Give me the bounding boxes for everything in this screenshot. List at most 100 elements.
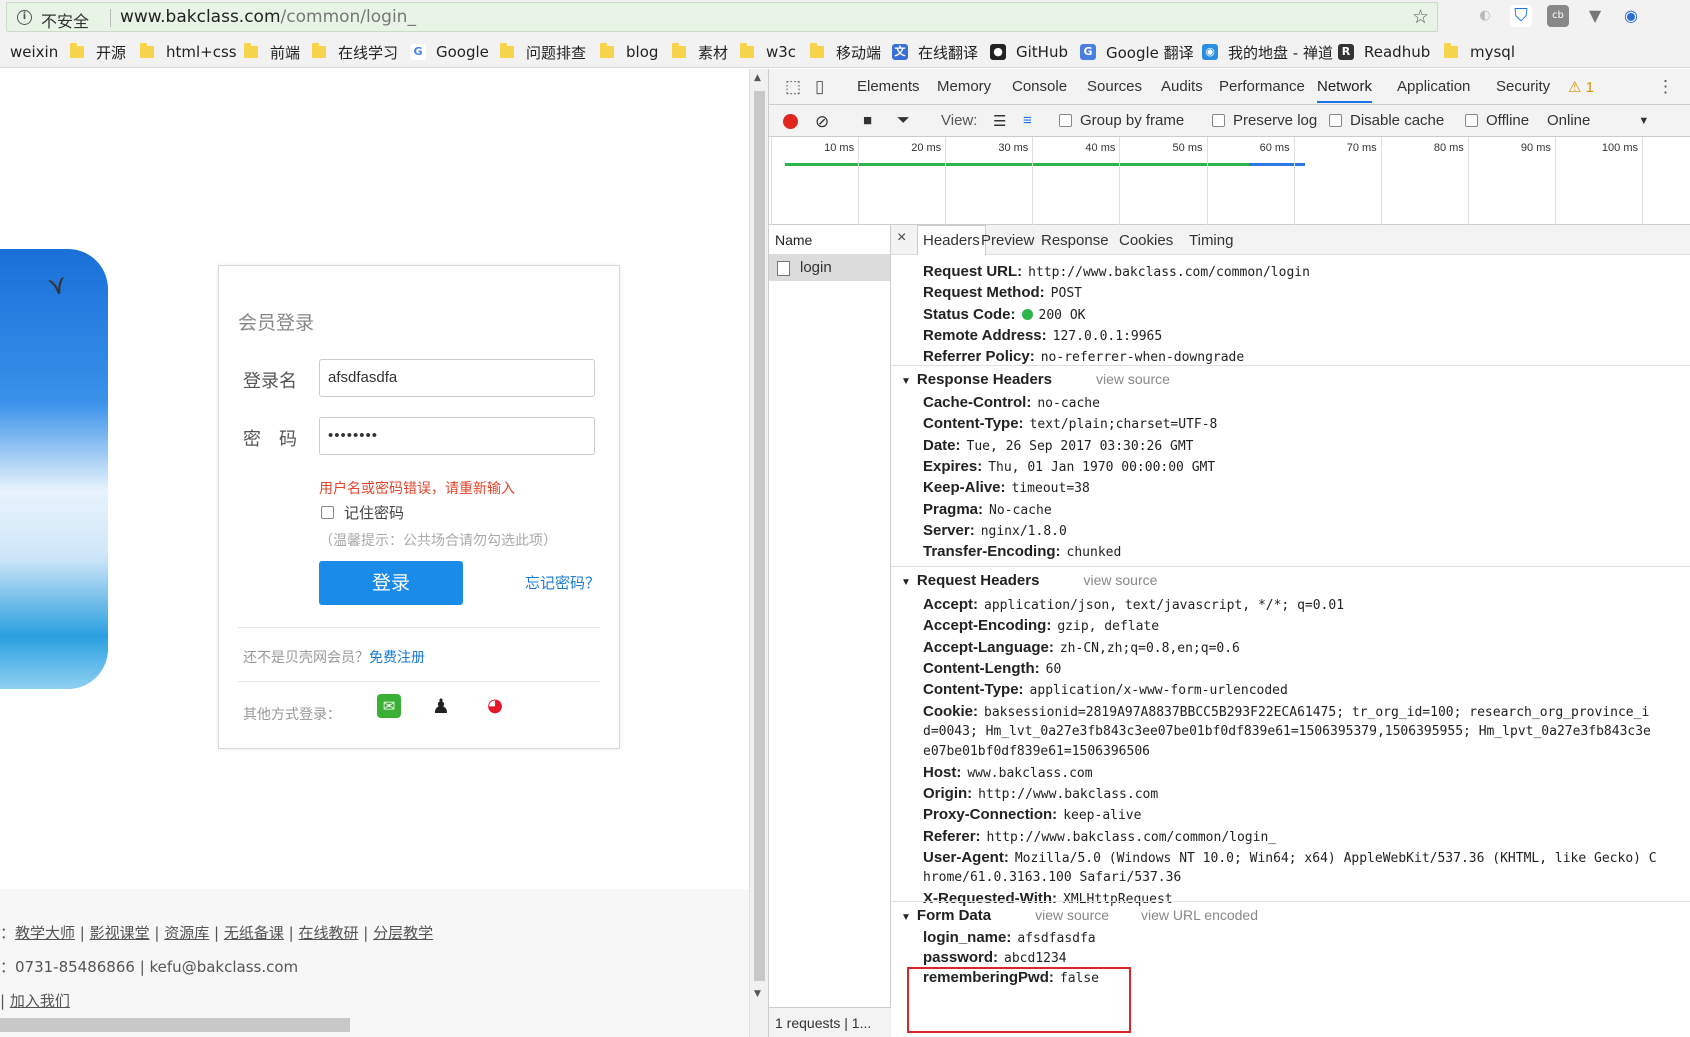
offline-checkbox[interactable] xyxy=(1465,114,1478,127)
large-rows-icon[interactable]: ☰ xyxy=(993,112,1006,130)
login-button[interactable]: 登录 xyxy=(319,561,463,605)
bookmark-5[interactable]: 在线学习 xyxy=(312,42,398,62)
remember-password[interactable]: 记住密码 xyxy=(321,502,404,523)
footer-link[interactable]: 资源库 xyxy=(164,924,209,942)
network-timeline[interactable]: 10 ms 20 ms 30 ms 40 ms 50 ms 60 ms 70 ms 80 ms… xyxy=(769,137,1690,225)
tab-elements[interactable]: Elements xyxy=(857,78,920,95)
preserve-log-checkbox[interactable] xyxy=(1212,114,1225,127)
view-source-link[interactable]: view source xyxy=(1035,907,1109,923)
bookmark-6[interactable]: G Google xyxy=(410,42,489,62)
tab-security[interactable]: Security xyxy=(1496,78,1550,95)
cookie-continued: e07be01bf0df839e61=1506396506 xyxy=(923,743,1150,759)
bookmark-7[interactable]: 问题排查 xyxy=(500,42,586,62)
bookmark-3[interactable]: html+css xyxy=(140,42,237,62)
scroll-down-icon[interactable]: ▼ xyxy=(754,989,761,999)
warning-icon[interactable]: ⚠ 1 xyxy=(1568,78,1594,96)
timeline-dcl-line xyxy=(785,163,1305,166)
header-value: application/json, text/javascript, */*; … xyxy=(984,598,1345,613)
bookmark-8[interactable]: blog xyxy=(600,42,658,62)
bookmark-1[interactable]: weixin xyxy=(10,42,58,62)
disable-cache-checkbox[interactable] xyxy=(1329,114,1342,127)
request-row-login[interactable]: login xyxy=(769,255,890,281)
filter-icon[interactable]: ⏷ xyxy=(897,112,910,130)
footer-link[interactable]: 无纸备课 xyxy=(224,924,284,942)
throttle-select[interactable]: Online ▼ xyxy=(1547,112,1649,129)
detail-tab-response[interactable]: Response xyxy=(1041,232,1109,249)
weibo-icon[interactable]: ◕ xyxy=(483,694,507,718)
bookmark-14[interactable]: G Google 翻译 xyxy=(1080,42,1194,62)
globe-extension-icon[interactable]: ◉ xyxy=(1620,5,1642,27)
bookmark-9[interactable]: 素材 xyxy=(672,42,728,62)
username-input[interactable]: afsdfasdfa xyxy=(319,359,595,397)
bookmark-10[interactable]: w3c xyxy=(740,42,796,62)
tab-performance[interactable]: Performance xyxy=(1219,78,1305,95)
record-icon[interactable] xyxy=(783,114,798,129)
horizontal-scrollbar[interactable] xyxy=(0,1018,350,1032)
cookie-continued: d=0043; Hm_lvt_0a27e3fb843c3ee07be01bf0d… xyxy=(923,723,1651,739)
vue-extension-icon[interactable]: ▼ xyxy=(1584,5,1606,27)
wechat-icon[interactable]: ✉ xyxy=(377,694,401,718)
bookmark-15[interactable]: ◉ 我的地盘 - 禅道 xyxy=(1202,42,1333,62)
detail-tab-cookies[interactable]: Cookies xyxy=(1119,232,1173,249)
qq-icon[interactable]: ♟ xyxy=(429,694,453,718)
bookmark-12[interactable]: 文在线翻译 xyxy=(892,42,978,62)
more-options-icon[interactable]: ⋮ xyxy=(1657,77,1674,97)
join-us-link[interactable]: 加入我们 xyxy=(10,992,70,1010)
bookmark-16[interactable]: R Readhub xyxy=(1338,42,1430,62)
bookmark-17[interactable]: mysql xyxy=(1444,42,1515,62)
tab-network[interactable]: Network xyxy=(1317,78,1373,103)
password-input[interactable]: •••••••• xyxy=(319,417,595,455)
footer-link[interactable]: 分层教学 xyxy=(373,924,433,942)
detail-tab-timing[interactable]: Timing xyxy=(1189,232,1233,249)
bookmark-2[interactable]: 开源 xyxy=(70,42,126,62)
bookmark-star-icon[interactable]: ☆ xyxy=(1412,6,1429,28)
request-headers-section[interactable]: ▼ Request Headers view source xyxy=(901,572,1157,589)
clear-icon[interactable]: ⊘ xyxy=(815,112,829,132)
tab-memory[interactable]: Memory xyxy=(937,78,991,95)
forgot-password-link[interactable]: 忘记密码？ xyxy=(525,572,600,593)
header-key: Status Code: xyxy=(923,305,1016,323)
view-url-encoded-link[interactable]: view URL encoded xyxy=(1141,907,1258,923)
security-label[interactable]: 不安全 xyxy=(41,8,89,32)
vertical-scrollbar[interactable]: ▲ ▼ xyxy=(749,69,768,1037)
offline-toggle[interactable]: Offline xyxy=(1465,112,1529,129)
footer-link[interactable]: 在线教研 xyxy=(298,924,358,942)
waterfall-icon[interactable]: ≡ xyxy=(1023,112,1032,129)
register-link[interactable]: 免费注册 xyxy=(369,650,425,666)
bookmark-label: weixin xyxy=(10,43,59,61)
remember-checkbox[interactable] xyxy=(321,506,334,519)
inspect-element-icon[interactable]: ⬚ xyxy=(785,77,801,97)
group-by-frame-checkbox[interactable] xyxy=(1059,114,1072,127)
scroll-up-icon[interactable]: ▲ xyxy=(754,73,761,83)
form-data-section[interactable]: ▼ Form Data view source view URL encoded xyxy=(901,907,1258,924)
response-headers-section[interactable]: ▼ Response Headers view source xyxy=(901,371,1170,388)
username-label: 登录名 xyxy=(243,371,297,392)
tab-sources[interactable]: Sources xyxy=(1087,78,1142,95)
cb-extension-icon[interactable]: cb xyxy=(1547,5,1569,27)
view-source-link[interactable]: view source xyxy=(1096,371,1170,387)
name-column-header[interactable]: Name xyxy=(769,225,890,255)
bookmark-4[interactable]: 前端 xyxy=(244,42,300,62)
detail-tab-preview[interactable]: Preview xyxy=(981,232,1034,249)
close-icon[interactable]: × xyxy=(897,229,906,247)
footer-link[interactable]: 教学大师 xyxy=(15,924,75,942)
tab-audits[interactable]: Audits xyxy=(1161,78,1203,95)
tab-application[interactable]: Application xyxy=(1397,78,1470,95)
footer-link[interactable]: 影视课堂 xyxy=(90,924,150,942)
shield-extension-icon[interactable]: ⛉ xyxy=(1510,5,1532,27)
info-icon[interactable]: i xyxy=(17,10,32,25)
preserve-log-toggle[interactable]: Preserve log xyxy=(1212,112,1317,129)
bookmark-11[interactable]: 移动端 xyxy=(810,42,881,62)
bookmark-13[interactable]: ● GitHub xyxy=(990,42,1068,62)
disable-cache-toggle[interactable]: Disable cache xyxy=(1329,112,1444,129)
scroll-thumb[interactable] xyxy=(754,91,765,981)
device-toolbar-icon[interactable]: ▯ xyxy=(815,77,824,97)
detail-tab-headers[interactable]: Headers xyxy=(917,225,986,255)
view-source-link[interactable]: view source xyxy=(1083,572,1157,588)
extension-swirl-icon[interactable]: ◐ xyxy=(1474,5,1496,27)
url-text[interactable]: www.bakclass.com/common/login_ xyxy=(120,7,416,27)
omnibox[interactable]: i 不安全 www.bakclass.com/common/login_ ☆ xyxy=(6,2,1438,32)
capture-screenshots-icon[interactable]: ■ xyxy=(863,112,872,129)
tab-console[interactable]: Console xyxy=(1012,78,1067,95)
group-by-frame-toggle[interactable]: Group by frame xyxy=(1059,112,1184,129)
